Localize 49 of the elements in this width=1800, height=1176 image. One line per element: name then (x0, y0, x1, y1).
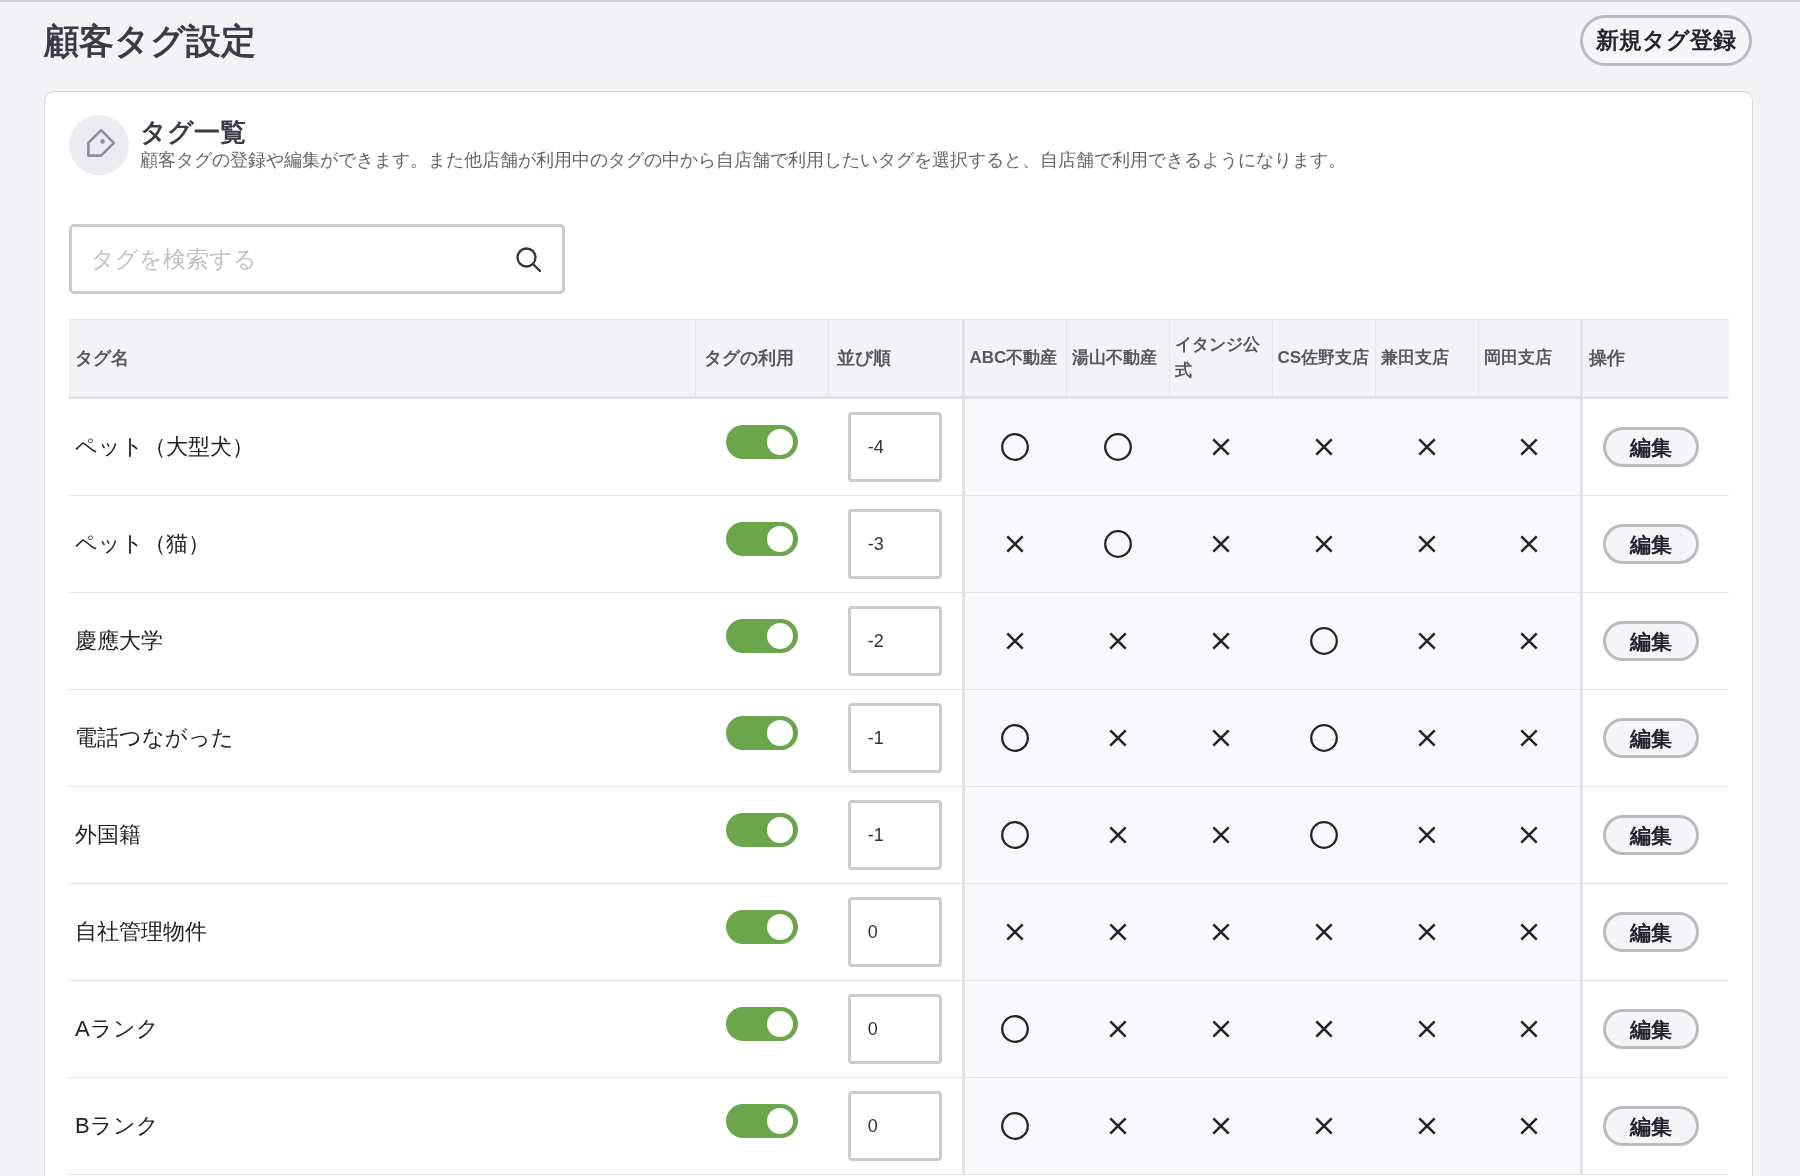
edit-button[interactable]: 編集 (1602, 524, 1699, 564)
edit-button[interactable]: 編集 (1602, 427, 1699, 467)
search-field[interactable]: タグを検索する (69, 224, 565, 294)
order-field[interactable]: 0 (847, 1091, 942, 1161)
tag-name: Aランク (69, 980, 695, 1078)
column-header: ABC不動産 (963, 319, 1066, 398)
tag-name: Bランク (69, 1077, 695, 1175)
order-field[interactable]: -1 (847, 800, 942, 870)
column-header: タグ名 (69, 319, 695, 398)
order-field[interactable]: -2 (847, 606, 942, 676)
column-header: 岡田支店 (1478, 319, 1581, 398)
order-field[interactable]: 0 (847, 994, 942, 1064)
toggle-switch[interactable] (725, 425, 798, 459)
toggle-switch[interactable] (725, 1104, 798, 1138)
column-header: 湯山不動産 (1066, 319, 1169, 398)
edit-button[interactable]: 編集 (1602, 815, 1699, 855)
toggle-switch[interactable] (725, 619, 798, 653)
order-field[interactable]: -1 (847, 703, 942, 773)
tag-name: ペット（大型犬） (69, 397, 695, 496)
panel-title: タグ一覧 (140, 117, 247, 147)
tag-name: 外国籍 (69, 786, 695, 884)
edit-button[interactable]: 編集 (1602, 912, 1699, 952)
tag-name: 慶應大学 (69, 592, 695, 690)
order-field[interactable]: 0 (847, 897, 942, 967)
column-header: 兼田支店 (1375, 319, 1478, 398)
panel-description: 顧客タグの登録や編集ができます。また他店舗が利用中のタグの中から自店舗で利用したいタグを選択すると、自店舗で利用できるようになります。 (140, 149, 1346, 171)
tag-name: 電話つながった (69, 689, 695, 787)
edit-button[interactable]: 編集 (1602, 1009, 1699, 1049)
column-header: イタンジ公式 (1169, 319, 1272, 398)
order-field[interactable]: -4 (847, 412, 942, 482)
page-title: 顧客タグ設定 (44, 19, 256, 62)
search-icon (516, 247, 541, 272)
toggle-switch[interactable] (725, 813, 798, 847)
toggle-switch[interactable] (725, 1007, 798, 1041)
new-tag-button[interactable]: 新規タグ登録 (1580, 15, 1752, 66)
column-header: タグの利用 (695, 319, 828, 398)
tag-name: ペット（猫） (69, 495, 695, 593)
column-header: CS佐野支店 (1272, 319, 1375, 398)
order-field[interactable]: -3 (847, 509, 942, 579)
edit-button[interactable]: 編集 (1602, 621, 1699, 661)
toggle-switch[interactable] (725, 910, 798, 944)
tag-name: 自社管理物件 (69, 883, 695, 981)
tag-icon (69, 115, 129, 175)
toggle-switch[interactable] (725, 522, 798, 556)
column-header: 並び順 (828, 319, 963, 398)
toggle-switch[interactable] (725, 716, 798, 750)
edit-button[interactable]: 編集 (1602, 718, 1699, 758)
column-header: 操作 (1581, 319, 1729, 398)
edit-button[interactable]: 編集 (1602, 1106, 1699, 1146)
